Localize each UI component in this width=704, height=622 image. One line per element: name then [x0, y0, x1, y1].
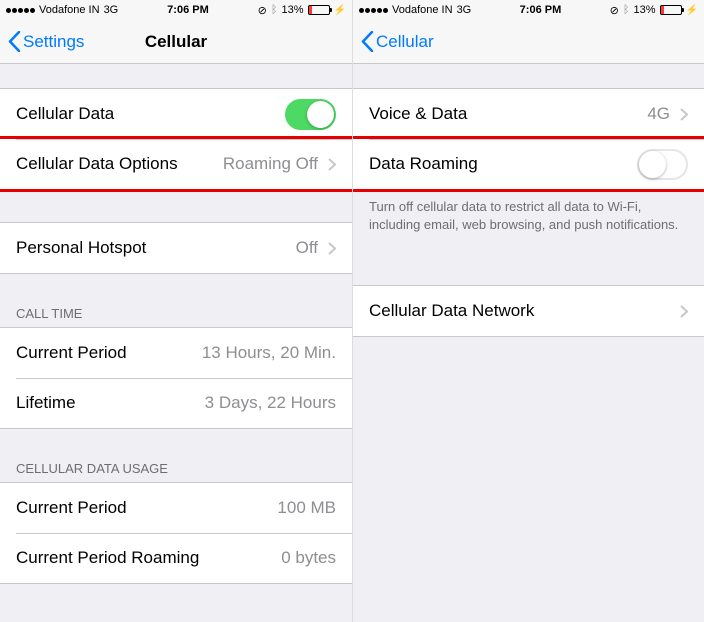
- battery-icon: [660, 5, 682, 15]
- row-personal-hotspot[interactable]: Personal Hotspot Off: [0, 223, 352, 273]
- network-label: 3G: [104, 4, 119, 16]
- data-usage-header: Cellular Data Usage: [0, 461, 352, 482]
- personal-hotspot-value: Off: [296, 238, 318, 258]
- bluetooth-icon: ᛒ: [623, 4, 630, 16]
- roaming-data-value: 0 bytes: [281, 548, 336, 568]
- rotation-lock-icon: ⊘: [258, 4, 267, 17]
- battery-percent: 13%: [282, 4, 304, 16]
- back-button[interactable]: Settings: [8, 31, 84, 52]
- chevron-right-icon: [328, 242, 336, 255]
- cellular-data-switch[interactable]: [285, 99, 336, 130]
- lifetime-label: Lifetime: [16, 393, 76, 413]
- chevron-left-icon: [361, 31, 374, 52]
- lifetime-value: 3 Days, 22 Hours: [205, 393, 336, 413]
- charging-icon: ⚡: [334, 5, 346, 16]
- bluetooth-icon: ᛒ: [271, 4, 278, 16]
- roaming-data-label: Current Period Roaming: [16, 548, 199, 568]
- group-call-time: Call Time Current Period 13 Hours, 20 Mi…: [0, 306, 352, 429]
- chevron-left-icon: [8, 31, 21, 52]
- chevron-right-icon: [328, 158, 336, 171]
- group-cellular: Cellular Data Cellular Data Options Roam…: [0, 88, 352, 190]
- settings-list: Voice & Data 4G Data Roaming Turn off ce…: [353, 88, 704, 337]
- current-period-data-label: Current Period: [16, 498, 127, 518]
- status-bar: Vodafone IN 3G 7:06 PM ⊘ ᛒ 13% ⚡: [0, 0, 352, 20]
- voice-data-value: 4G: [647, 104, 670, 124]
- settings-list: Cellular Data Cellular Data Options Roam…: [0, 88, 352, 584]
- row-current-period-roaming: Current Period Roaming 0 bytes: [0, 533, 352, 583]
- current-period-data-value: 100 MB: [277, 498, 336, 518]
- cellular-data-options-value: Roaming Off: [223, 154, 318, 174]
- cellular-data-label: Cellular Data: [16, 104, 114, 124]
- cellular-data-options-label: Cellular Data Options: [16, 154, 178, 174]
- carrier-label: Vodafone IN: [39, 4, 100, 16]
- data-roaming-label: Data Roaming: [369, 154, 478, 174]
- cellular-network-label: Cellular Data Network: [369, 301, 534, 321]
- rotation-lock-icon: ⊘: [610, 4, 619, 17]
- group-data-usage: Cellular Data Usage Current Period 100 M…: [0, 461, 352, 584]
- row-lifetime: Lifetime 3 Days, 22 Hours: [0, 378, 352, 428]
- group-hotspot: Personal Hotspot Off: [0, 222, 352, 274]
- chevron-right-icon: [680, 108, 688, 121]
- data-roaming-switch[interactable]: [637, 149, 688, 180]
- row-data-roaming[interactable]: Data Roaming: [353, 139, 704, 189]
- signal-dots-icon: [6, 8, 35, 13]
- nav-bar: Cellular: [353, 20, 704, 64]
- chevron-right-icon: [680, 305, 688, 318]
- clock-label: 7:06 PM: [520, 4, 562, 16]
- row-current-period-time: Current Period 13 Hours, 20 Min.: [0, 328, 352, 378]
- carrier-label: Vodafone IN: [392, 4, 453, 16]
- voice-data-label: Voice & Data: [369, 104, 467, 124]
- row-current-period-data: Current Period 100 MB: [0, 483, 352, 533]
- charging-icon: ⚡: [686, 5, 698, 16]
- clock-label: 7:06 PM: [167, 4, 209, 16]
- status-bar: Vodafone IN 3G 7:06 PM ⊘ ᛒ 13% ⚡: [353, 0, 704, 20]
- group-voice-roaming: Voice & Data 4G Data Roaming Turn off ce…: [353, 88, 704, 233]
- back-label: Settings: [23, 32, 84, 52]
- group-network: Cellular Data Network: [353, 285, 704, 337]
- screen-cellular-options: Vodafone IN 3G 7:06 PM ⊘ ᛒ 13% ⚡ Cellula…: [352, 0, 704, 622]
- current-period-value: 13 Hours, 20 Min.: [202, 343, 336, 363]
- battery-percent: 13%: [634, 4, 656, 16]
- network-label: 3G: [457, 4, 472, 16]
- back-button[interactable]: Cellular: [361, 31, 434, 52]
- current-period-label: Current Period: [16, 343, 127, 363]
- call-time-header: Call Time: [0, 306, 352, 327]
- nav-bar: Settings Cellular: [0, 20, 352, 64]
- row-cellular-data[interactable]: Cellular Data: [0, 89, 352, 139]
- row-cellular-network[interactable]: Cellular Data Network: [353, 286, 704, 336]
- screen-cellular: Vodafone IN 3G 7:06 PM ⊘ ᛒ 13% ⚡ Setting…: [0, 0, 352, 622]
- row-cellular-data-options[interactable]: Cellular Data Options Roaming Off: [0, 139, 352, 189]
- data-roaming-footer: Turn off cellular data to restrict all d…: [353, 190, 704, 233]
- personal-hotspot-label: Personal Hotspot: [16, 238, 146, 258]
- battery-icon: [308, 5, 330, 15]
- row-voice-data[interactable]: Voice & Data 4G: [353, 89, 704, 139]
- back-label: Cellular: [376, 32, 434, 52]
- signal-dots-icon: [359, 8, 388, 13]
